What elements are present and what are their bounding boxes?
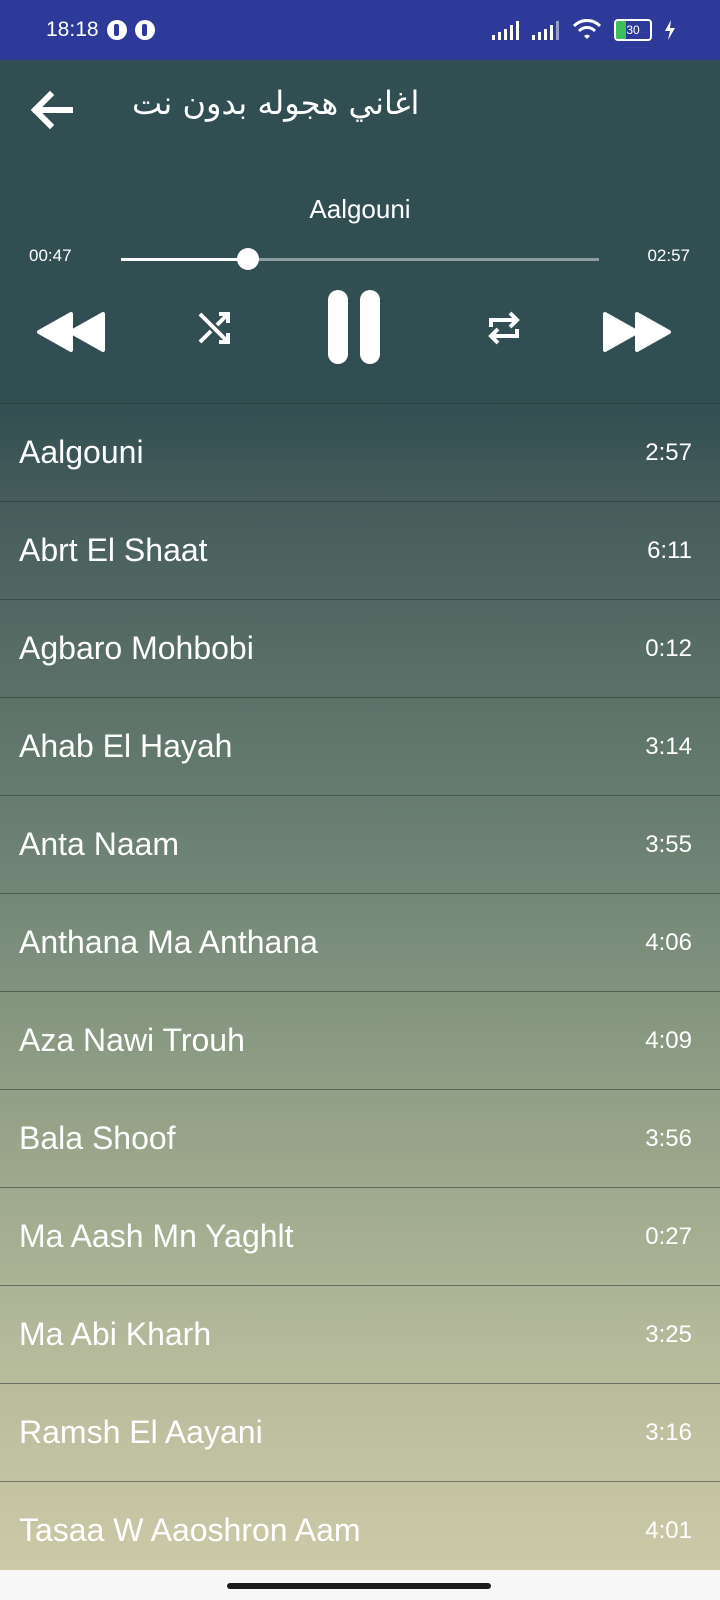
repeat-icon — [488, 311, 520, 345]
battery-fill — [616, 21, 627, 39]
list-item[interactable]: Bala Shoof 3:56 — [0, 1089, 720, 1187]
fast-forward-icon — [603, 312, 671, 352]
list-item[interactable]: Ma Abi Kharh 3:25 — [0, 1285, 720, 1383]
signal-icon — [492, 21, 519, 40]
fast-forward-button[interactable] — [600, 304, 674, 360]
total-time: 02:57 — [647, 246, 690, 265]
song-duration: 0:27 — [645, 1222, 692, 1250]
song-duration: 4:09 — [645, 1026, 692, 1054]
pause-icon — [328, 290, 380, 364]
notification-icon — [106, 20, 127, 40]
song-title: Ramsh El Aayani — [19, 1414, 263, 1450]
seek-progress — [121, 258, 248, 261]
song-duration: 4:01 — [645, 1516, 692, 1544]
signal-icon — [532, 21, 559, 40]
list-item[interactable]: Abrt El Shaat 6:11 — [0, 501, 720, 599]
status-left: 18:18 — [46, 18, 155, 42]
list-item[interactable]: Aalgouni 2:57 — [0, 403, 720, 501]
charging-icon — [665, 20, 675, 40]
battery-icon: 30 — [614, 19, 652, 41]
top-app-bar: اغاني هجوله بدون نت — [0, 60, 720, 160]
song-title: Anta Naam — [19, 826, 180, 862]
now-playing-title: Aalgouni — [309, 194, 411, 224]
song-duration: 3:14 — [645, 732, 692, 760]
playlist: Aalgouni 2:57 Abrt El Shaat 6:11 Agbaro Mohb… — [0, 403, 720, 1579]
list-item[interactable]: Aza Nawi Trouh 4:09 — [0, 991, 720, 1089]
list-item[interactable]: Tasaa W Aaoshron Aam 4:01 — [0, 1481, 720, 1579]
list-item[interactable]: Ma Aash Mn Yaghlt 0:27 — [0, 1187, 720, 1285]
song-duration: 3:56 — [645, 1124, 692, 1152]
shuffle-button[interactable] — [194, 308, 234, 348]
navigation-bar — [0, 1570, 720, 1600]
status-right: 30 — [492, 19, 676, 41]
song-title: Agbaro Mohbobi — [19, 630, 254, 666]
song-duration: 3:55 — [645, 830, 692, 858]
list-item[interactable]: Anta Naam 3:55 — [0, 795, 720, 893]
back-button[interactable] — [28, 90, 74, 130]
rewind-button[interactable] — [34, 304, 108, 360]
song-duration: 3:16 — [645, 1418, 692, 1446]
song-duration: 6:11 — [647, 536, 692, 564]
battery-level: 30 — [626, 23, 640, 37]
rewind-icon — [37, 312, 105, 352]
shuffle-icon — [198, 312, 230, 344]
song-title: Tasaa W Aaoshron Aam — [19, 1512, 361, 1548]
arrow-left-icon — [30, 90, 73, 130]
song-title: Ahab El Hayah — [19, 728, 233, 764]
current-time: 00:47 — [29, 246, 72, 265]
repeat-button[interactable] — [484, 308, 524, 348]
song-title: Anthana Ma Anthana — [19, 924, 318, 960]
song-duration: 0:12 — [645, 634, 692, 662]
song-duration: 2:57 — [645, 438, 692, 466]
wifi-icon — [572, 19, 602, 39]
list-item[interactable]: Anthana Ma Anthana 4:06 — [0, 893, 720, 991]
player-controls — [0, 290, 720, 374]
song-title: Bala Shoof — [19, 1120, 176, 1156]
status-bar: 18:18 30 — [0, 0, 720, 60]
home-handle[interactable] — [227, 1583, 491, 1589]
song-title: Abrt El Shaat — [19, 532, 208, 568]
list-item[interactable]: Agbaro Mohbobi 0:12 — [0, 599, 720, 697]
song-duration: 3:25 — [645, 1320, 692, 1348]
song-duration: 4:06 — [645, 928, 692, 956]
notification-icon — [134, 20, 155, 40]
seek-thumb[interactable] — [236, 248, 259, 270]
list-item[interactable]: Ramsh El Aayani 3:16 — [0, 1383, 720, 1481]
song-title: Aza Nawi Trouh — [19, 1022, 245, 1058]
song-title: Aalgouni — [19, 434, 144, 470]
page-title: اغاني هجوله بدون نت — [132, 84, 420, 122]
song-title: Ma Abi Kharh — [19, 1316, 212, 1352]
seek-bar[interactable] — [121, 248, 599, 270]
clock: 18:18 — [46, 18, 99, 41]
pause-button[interactable] — [324, 290, 384, 366]
list-item[interactable]: Ahab El Hayah 3:14 — [0, 697, 720, 795]
song-title: Ma Aash Mn Yaghlt — [19, 1218, 294, 1254]
